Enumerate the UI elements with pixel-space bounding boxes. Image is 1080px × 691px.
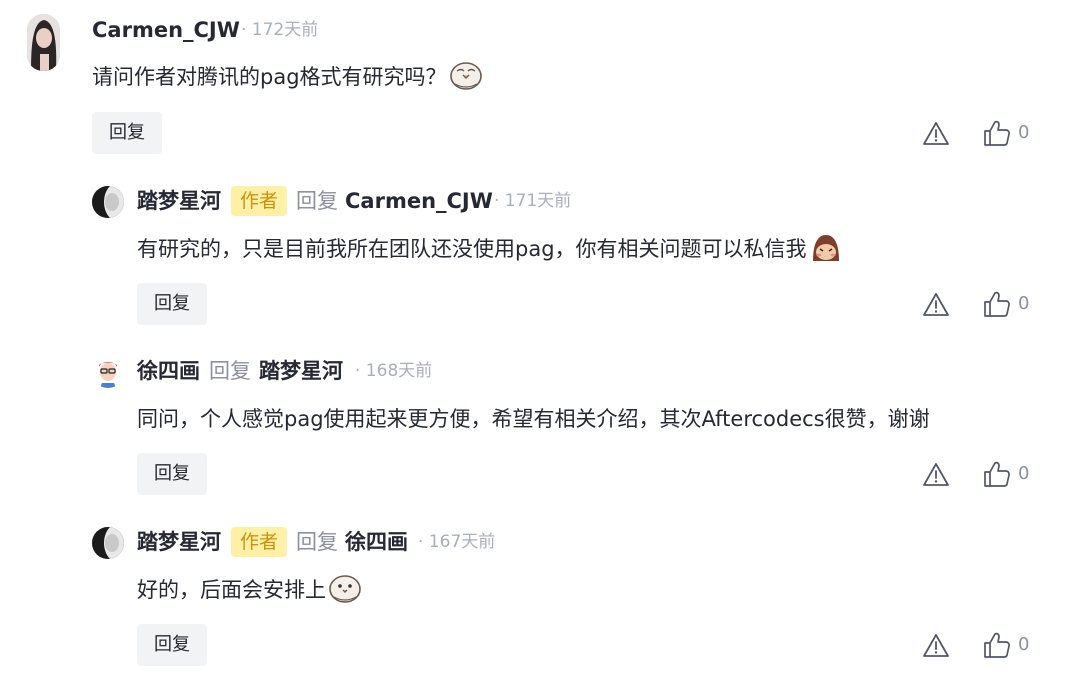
comment-text-content: 好的，后面会安排上 [137,578,326,602]
comment-text: 请问作者对腾讯的pag格式有研究吗？ [92,60,483,94]
reply-comment: 踏梦星河 作者 回复 Carmen_CJW · 171天前 有研究的，只是目前我… [0,170,1080,341]
comment-text: 好的，后面会安排上 [137,573,362,607]
avatar[interactable] [27,14,60,71]
avatar-image [27,14,60,71]
avatar-image [92,527,124,559]
comment: Carmen_CJW · 172天前 请问作者对腾讯的pag格式有研究吗？ 回复… [0,0,1080,170]
report-warning-icon[interactable] [922,632,950,660]
like-button[interactable]: 0 [982,459,1029,489]
reply-to-label: 回复 [209,359,251,383]
avatar[interactable] [92,356,124,388]
thumbs-up-icon [984,461,1010,487]
comment-text: 同问，个人感觉pag使用起来更方便，希望有相关介绍，其次Aftercodecs很… [137,402,930,436]
reply-to-label: 回复 [296,189,338,213]
report-warning-icon[interactable] [922,461,950,489]
avatar[interactable] [92,527,124,559]
author-badge: 作者 [231,527,288,557]
like-count: 0 [1018,634,1030,655]
reply-to-user[interactable]: 踏梦星河 [259,356,343,386]
like-button[interactable]: 0 [982,118,1029,148]
avatar[interactable] [92,186,124,218]
comment-timestamp: · 172天前 [241,20,319,40]
reply-comment: 踏梦星河 作者 回复 徐四画 · 167天前 好的，后面会安排上 回复 0 [0,511,1080,691]
like-button[interactable]: 0 [982,289,1029,319]
thumbs-up-icon [984,291,1010,317]
comment-timestamp: · 167天前 [418,532,496,552]
bird-emoji-icon [449,62,482,90]
like-button[interactable]: 0 [982,630,1029,660]
reply-to-user[interactable]: Carmen_CJW [345,186,493,216]
comment-author[interactable]: 踏梦星河 [137,527,221,557]
reply-to-label: 回复 [296,530,338,554]
shy-emoji-icon [812,235,839,261]
reply-button[interactable]: 回复 [137,453,207,495]
like-count: 0 [1018,463,1030,484]
report-warning-icon[interactable] [922,291,950,319]
like-count: 0 [1018,122,1030,143]
report-warning-icon[interactable] [922,120,950,148]
author-badge: 作者 [231,186,288,216]
thumbs-up-icon [984,120,1010,146]
comment-author[interactable]: 踏梦星河 [137,186,221,216]
reply-to-user[interactable]: 徐四画 [345,527,408,557]
bird-emoji-icon [329,575,361,603]
comment-text-content: 请问作者对腾讯的pag格式有研究吗？ [92,65,447,89]
avatar-image [92,186,124,218]
reply-comment: 徐四画 回复 踏梦星河 · 168天前 同问，个人感觉pag使用起来更方便，希望… [0,341,1080,511]
comment-text-content: 有研究的，只是目前我所在团队还没使用pag，你有相关问题可以私信我 [137,237,807,261]
comment-timestamp: · 171天前 [494,191,572,211]
thumbs-up-icon [984,632,1010,658]
comment-author[interactable]: Carmen_CJW [92,15,240,45]
avatar-image [92,356,124,388]
comment-text-content: 同问，个人感觉pag使用起来更方便，希望有相关介绍，其次Aftercodecs很… [137,407,930,431]
reply-button[interactable]: 回复 [92,112,162,154]
reply-button[interactable]: 回复 [137,283,207,325]
comment-timestamp: · 168天前 [355,361,433,381]
comment-author[interactable]: 徐四画 [137,356,200,386]
like-count: 0 [1018,293,1030,314]
reply-button[interactable]: 回复 [137,624,207,666]
comment-text: 有研究的，只是目前我所在团队还没使用pag，你有相关问题可以私信我 [137,232,843,266]
